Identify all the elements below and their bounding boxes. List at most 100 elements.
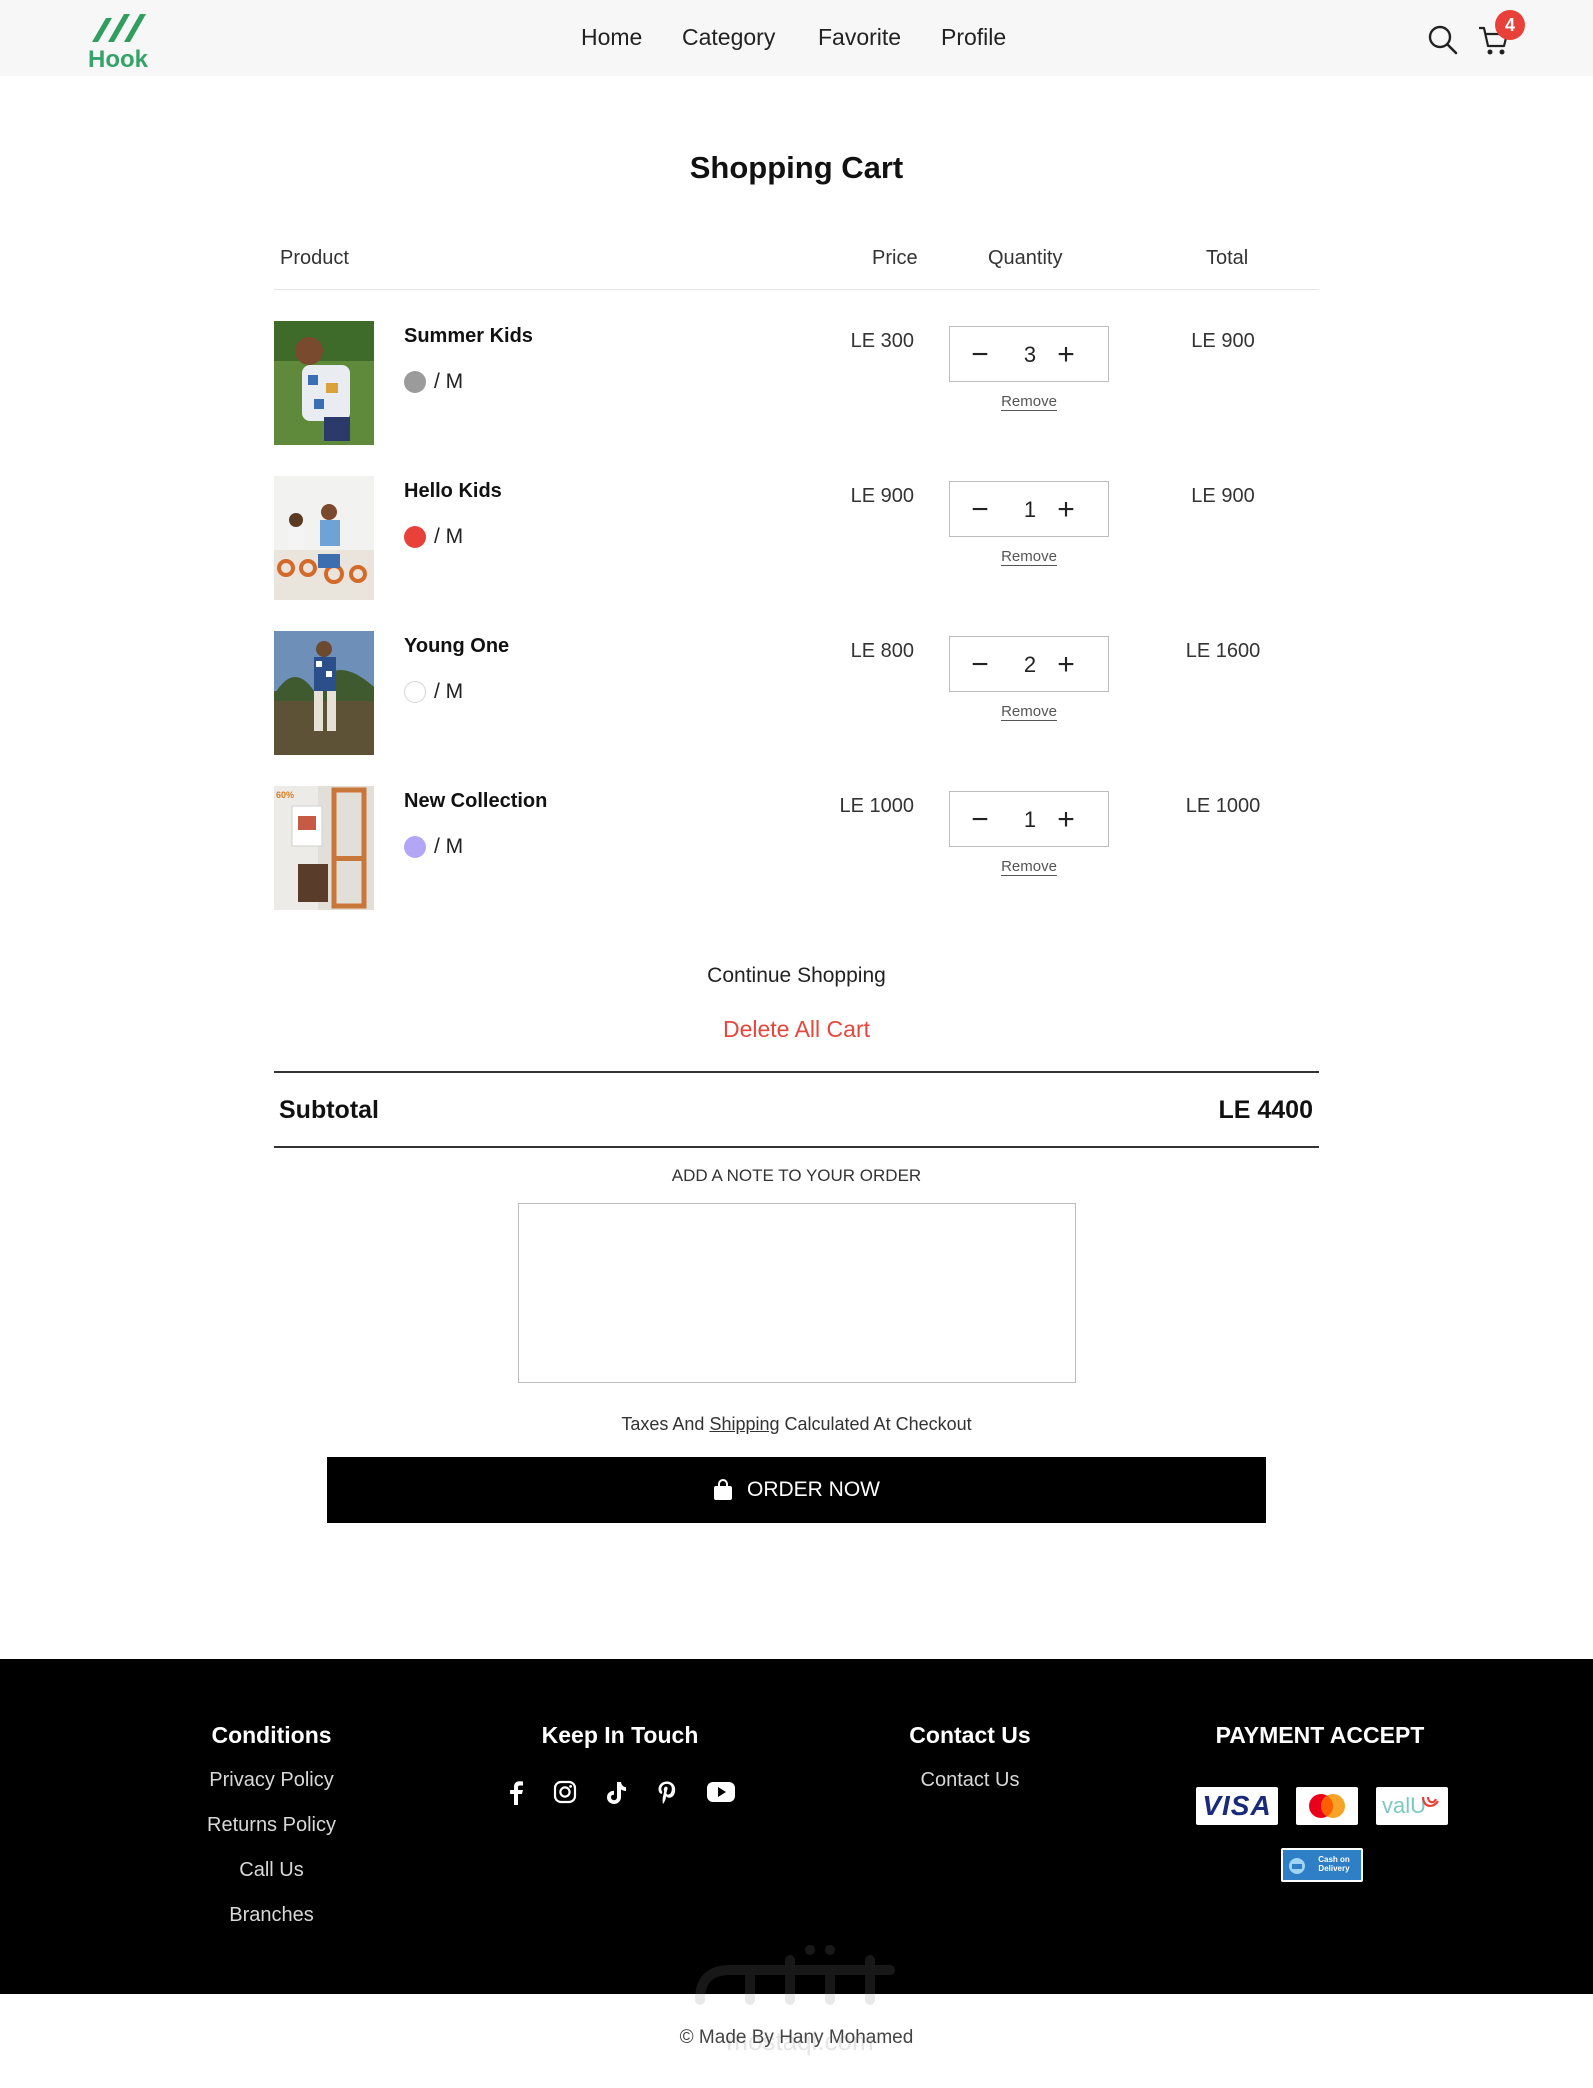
item-price: LE 300 <box>850 330 914 352</box>
item-price: LE 900 <box>850 485 914 507</box>
product-name[interactable]: New Collection <box>404 790 547 813</box>
increase-quantity-button[interactable]: + <box>1048 335 1084 375</box>
remove-item-link[interactable]: Remove <box>949 703 1109 721</box>
quantity-value[interactable]: 1 <box>950 497 1110 523</box>
product-size: / M <box>434 680 464 703</box>
quantity-value[interactable]: 2 <box>950 652 1110 678</box>
product-name[interactable]: Summer Kids <box>404 325 533 348</box>
cart-count-badge: 4 <box>1495 10 1525 40</box>
product-size: / M <box>434 370 464 393</box>
footer-link-returns[interactable]: Returns Policy <box>170 1814 373 1837</box>
nav-home[interactable]: Home <box>581 24 642 51</box>
tax-note-before: Taxes And <box>621 1414 710 1434</box>
continue-shopping-link[interactable]: Continue Shopping <box>0 964 1593 988</box>
item-total: LE 1600 <box>1185 640 1261 662</box>
facebook-icon[interactable] <box>505 1780 527 1806</box>
order-note-label: ADD A NOTE TO YOUR ORDER <box>671 1166 922 1185</box>
remove-item-link[interactable]: Remove <box>949 858 1109 876</box>
header-divider <box>274 289 1319 290</box>
product-image-sale-mark: 60% <box>276 790 295 800</box>
order-note-field[interactable] <box>518 1203 1076 1383</box>
product-image[interactable] <box>274 321 374 445</box>
remove-item-link[interactable]: Remove <box>949 393 1109 411</box>
mastercard-logo <box>1296 1787 1358 1825</box>
order-now-label: ORDER NOW <box>747 1478 880 1501</box>
copyright-credit: © Made By Hany Mohamed <box>679 2027 914 2048</box>
cart-item: Hello Kids / M LE 900 − 1 + Remove LE 90… <box>274 476 1319 606</box>
main-nav: Home Category Favorite Profile <box>0 0 1593 76</box>
increase-quantity-button[interactable]: + <box>1048 800 1084 840</box>
tax-note: Taxes And Shipping Calculated At Checkou… <box>0 1414 1593 1435</box>
column-total: Total <box>1206 247 1249 269</box>
cash-on-delivery-logo: Cash on Delivery <box>1281 1848 1363 1882</box>
footer-link-contact-us[interactable]: Contact Us <box>860 1769 1080 1792</box>
search-icon[interactable] <box>1427 24 1459 56</box>
footer-payment-heading: PAYMENT ACCEPT <box>1215 1722 1425 1748</box>
column-product: Product <box>280 247 349 269</box>
increase-quantity-button[interactable]: + <box>1048 645 1084 685</box>
order-now-button[interactable]: ORDER NOW <box>327 1457 1266 1523</box>
footer-keep-in-touch-heading: Keep In Touch <box>541 1722 699 1748</box>
footer-link-call-us[interactable]: Call Us <box>170 1859 373 1882</box>
product-size: / M <box>434 835 464 858</box>
remove-label[interactable]: Remove <box>1001 548 1057 566</box>
product-image[interactable] <box>274 476 374 600</box>
remove-label[interactable]: Remove <box>1001 393 1057 411</box>
color-swatch <box>404 371 426 393</box>
nav-profile[interactable]: Profile <box>941 24 1006 51</box>
item-total: LE 1000 <box>1185 795 1261 817</box>
product-name[interactable]: Young One <box>404 635 509 658</box>
product-image[interactable] <box>274 631 374 755</box>
quantity-value[interactable]: 1 <box>950 807 1110 833</box>
top-header: Hook Home Category Favorite Profile 4 <box>0 0 1593 76</box>
youtube-icon[interactable] <box>706 1780 736 1804</box>
cash-on-delivery-text: Cash on Delivery <box>1318 1855 1350 1873</box>
column-quantity: Quantity <box>988 247 1063 269</box>
nav-favorite[interactable]: Favorite <box>818 24 901 51</box>
color-swatch <box>404 526 426 548</box>
product-name[interactable]: Hello Kids <box>404 480 502 503</box>
column-price: Price <box>872 247 918 269</box>
quantity-value[interactable]: 3 <box>950 342 1110 368</box>
quantity-stepper: − 1 + <box>949 791 1109 847</box>
cart-item: Summer Kids / M LE 300 − 3 + Remove LE 9… <box>274 321 1319 451</box>
cart-item: Young One / M LE 800 − 2 + Remove LE 160… <box>274 631 1319 761</box>
valu-logo: valU <box>1376 1787 1448 1825</box>
subtotal-value: LE 4400 <box>1218 1096 1313 1124</box>
footer-link-branches[interactable]: Branches <box>170 1904 373 1927</box>
quantity-stepper: − 2 + <box>949 636 1109 692</box>
shopping-bag-icon <box>714 1479 732 1500</box>
nav-category[interactable]: Category <box>682 24 775 51</box>
color-swatch <box>404 836 426 858</box>
visa-logo: VISA <box>1196 1787 1278 1825</box>
pinterest-icon[interactable] <box>656 1780 678 1806</box>
footer-link-privacy[interactable]: Privacy Policy <box>170 1769 373 1792</box>
subtotal-top-divider <box>274 1071 1319 1073</box>
tiktok-icon[interactable] <box>604 1780 628 1806</box>
delete-all-cart-link[interactable]: Delete All Cart <box>0 1016 1593 1043</box>
footer-contact-heading: Contact Us <box>909 1722 1031 1748</box>
quantity-stepper: − 3 + <box>949 326 1109 382</box>
visa-logo-text: VISA <box>1202 1790 1272 1821</box>
item-total: LE 900 <box>1191 330 1255 352</box>
page-title: Shopping Cart <box>689 150 904 185</box>
footer-conditions-heading: Conditions <box>211 1722 332 1748</box>
subtotal-bottom-divider <box>274 1146 1319 1148</box>
product-size: / M <box>434 525 464 548</box>
remove-label[interactable]: Remove <box>1001 703 1057 721</box>
item-total: LE 900 <box>1191 485 1255 507</box>
color-swatch <box>404 681 426 703</box>
remove-label[interactable]: Remove <box>1001 858 1057 876</box>
item-price: LE 1000 <box>839 795 914 817</box>
cart-item: 60% New Collection / M LE 1000 − 1 + Rem… <box>274 786 1319 916</box>
remove-item-link[interactable]: Remove <box>949 548 1109 566</box>
instagram-icon[interactable] <box>553 1780 577 1804</box>
subtotal-label: Subtotal <box>279 1096 379 1124</box>
quantity-stepper: − 1 + <box>949 481 1109 537</box>
increase-quantity-button[interactable]: + <box>1048 490 1084 530</box>
item-price: LE 800 <box>850 640 914 662</box>
tax-note-after: Calculated At Checkout <box>779 1414 972 1434</box>
shipping-link[interactable]: Shipping <box>709 1414 779 1434</box>
product-image[interactable]: 60% <box>274 786 374 910</box>
page: Hook Home Category Favorite Profile 4 Sh… <box>0 0 1593 2088</box>
